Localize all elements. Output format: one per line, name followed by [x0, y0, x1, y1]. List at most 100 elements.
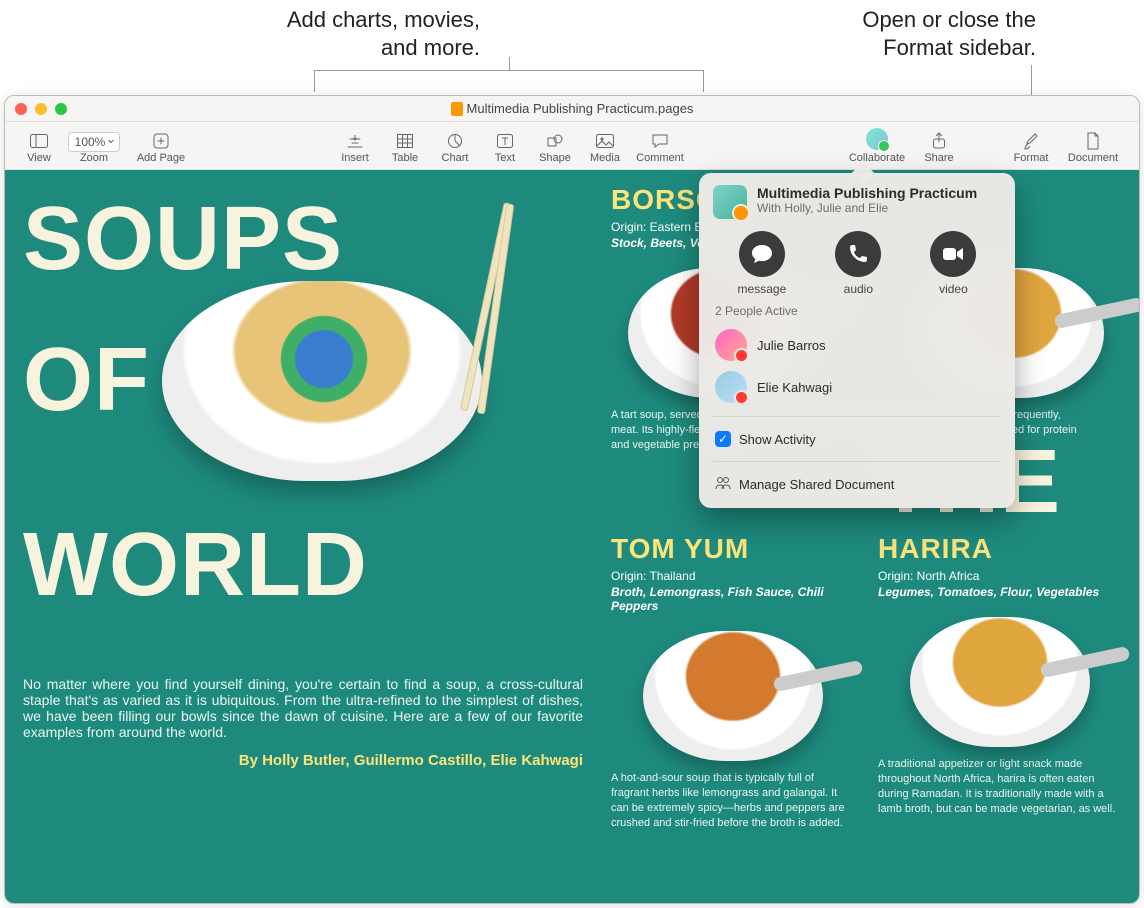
- card-tom-yum: TOM YUM Origin: Thailand Broth, Lemongra…: [611, 533, 854, 893]
- card-origin: Origin: Thailand: [611, 569, 854, 583]
- media-button[interactable]: Media: [581, 124, 629, 164]
- document-thumbnail-icon: [713, 185, 747, 219]
- person-name: Elie Kahwagi: [757, 380, 832, 395]
- checkbox-checked-icon: ✓: [715, 431, 731, 447]
- collaborate-button[interactable]: Collaborate: [841, 124, 913, 164]
- format-button[interactable]: Format: [1007, 124, 1055, 164]
- share-icon: [929, 132, 949, 150]
- audio-button[interactable]: audio: [835, 231, 881, 296]
- annotation-callouts: Add charts, movies, and more. Open or cl…: [0, 0, 1144, 95]
- people-icon: [715, 476, 731, 492]
- shape-icon: [545, 132, 565, 150]
- audio-label: audio: [844, 282, 873, 296]
- zoom-control[interactable]: 100% Zoom: [65, 124, 123, 164]
- tom-yum-illustration: [643, 631, 823, 761]
- message-button[interactable]: message: [738, 231, 787, 296]
- card-title: HARIRA: [878, 533, 1121, 565]
- media-label: Media: [590, 152, 620, 164]
- comment-icon: [650, 132, 670, 150]
- chart-label: Chart: [442, 152, 469, 164]
- shape-button[interactable]: Shape: [531, 124, 579, 164]
- avatar: [715, 371, 747, 403]
- card-origin: Origin: North Africa: [878, 569, 1121, 583]
- headline-line2a: OF: [23, 339, 150, 422]
- maximize-window-button[interactable]: [55, 103, 67, 115]
- table-button[interactable]: Table: [381, 124, 429, 164]
- collaborate-avatar-icon: [866, 128, 888, 150]
- popover-subtitle: With Holly, Julie and Elie: [757, 201, 977, 215]
- callout-insert-group: Add charts, movies, and more.: [287, 6, 480, 61]
- paintbrush-icon: [1021, 132, 1041, 150]
- toolbar: View 100% Zoom Add Page Insert Table Cha…: [5, 122, 1139, 170]
- view-button[interactable]: View: [15, 124, 63, 164]
- zoom-label: Zoom: [80, 152, 108, 164]
- video-button[interactable]: video: [930, 231, 976, 296]
- divider: [713, 416, 1001, 417]
- view-label: View: [27, 152, 51, 164]
- person-name: Julie Barros: [757, 338, 826, 353]
- share-label: Share: [924, 152, 953, 164]
- card-ingredients: Legumes, Tomatoes, Flour, Vegetables: [878, 585, 1121, 599]
- table-icon: [395, 132, 415, 150]
- manage-label: Manage Shared Document: [739, 477, 894, 492]
- popover-header: Multimedia Publishing Practicum With Hol…: [713, 185, 1001, 219]
- document-button[interactable]: Document: [1057, 124, 1129, 164]
- media-icon: [595, 132, 615, 150]
- titlebar: Multimedia Publishing Practicum.pages: [5, 96, 1139, 122]
- text-icon: [495, 132, 515, 150]
- card-description: A traditional appetizer or light snack m…: [878, 757, 1121, 816]
- chart-button[interactable]: Chart: [431, 124, 479, 164]
- message-label: message: [738, 282, 787, 296]
- active-person[interactable]: Julie Barros: [713, 324, 1001, 366]
- format-label: Format: [1014, 152, 1049, 164]
- manage-shared-document-button[interactable]: Manage Shared Document: [713, 470, 1001, 498]
- video-label: video: [939, 282, 968, 296]
- insert-icon: [345, 132, 365, 150]
- minimize-window-button[interactable]: [35, 103, 47, 115]
- document-label: Document: [1068, 152, 1118, 164]
- card-harira: HARIRA Origin: North Africa Legumes, Tom…: [878, 533, 1121, 893]
- communication-actions: message audio video: [713, 231, 1001, 296]
- byline: By Holly Butler, Guillermo Castillo, Eli…: [23, 752, 583, 769]
- harira-illustration: [910, 617, 1090, 747]
- insert-button[interactable]: Insert: [331, 124, 379, 164]
- divider: [713, 461, 1001, 462]
- window-controls: [15, 103, 67, 115]
- video-icon: [930, 231, 976, 277]
- phone-icon: [835, 231, 881, 277]
- active-person[interactable]: Elie Kahwagi: [713, 366, 1001, 408]
- message-icon: [739, 231, 785, 277]
- show-activity-toggle[interactable]: ✓ Show Activity: [713, 425, 1001, 453]
- insert-label: Insert: [341, 152, 369, 164]
- chart-icon: [445, 132, 465, 150]
- plus-icon: [151, 132, 171, 150]
- hero-soup-illustration: [162, 281, 482, 481]
- window-title-text: Multimedia Publishing Practicum.pages: [467, 101, 694, 116]
- card-ingredients: Broth, Lemongrass, Fish Sauce, Chili Pep…: [611, 585, 854, 613]
- card-title: TOM YUM: [611, 533, 854, 565]
- add-page-button[interactable]: Add Page: [125, 124, 197, 164]
- add-page-label: Add Page: [137, 152, 185, 164]
- shape-label: Shape: [539, 152, 571, 164]
- callout-format-sidebar: Open or close the Format sidebar.: [862, 6, 1036, 61]
- table-label: Table: [392, 152, 418, 164]
- document-icon: [1083, 132, 1103, 150]
- text-label: Text: [495, 152, 515, 164]
- collaborate-popover: Multimedia Publishing Practicum With Hol…: [699, 173, 1015, 508]
- comment-button[interactable]: Comment: [631, 124, 689, 164]
- card-description: A hot-and-sour soup that is typically fu…: [611, 771, 854, 830]
- close-window-button[interactable]: [15, 103, 27, 115]
- sidebar-icon: [29, 132, 49, 150]
- intro-paragraph: No matter where you find yourself dining…: [23, 676, 583, 740]
- app-window: Multimedia Publishing Practicum.pages Vi…: [4, 95, 1140, 904]
- text-button[interactable]: Text: [481, 124, 529, 164]
- avatar: [715, 329, 747, 361]
- popover-title: Multimedia Publishing Practicum: [757, 185, 977, 201]
- zoom-select[interactable]: 100%: [68, 132, 121, 152]
- share-button[interactable]: Share: [915, 124, 963, 164]
- comment-label: Comment: [636, 152, 684, 164]
- active-people-header: 2 People Active: [715, 304, 999, 318]
- show-activity-label: Show Activity: [739, 432, 816, 447]
- document-icon: [451, 102, 463, 116]
- callout-bracket: [314, 70, 704, 92]
